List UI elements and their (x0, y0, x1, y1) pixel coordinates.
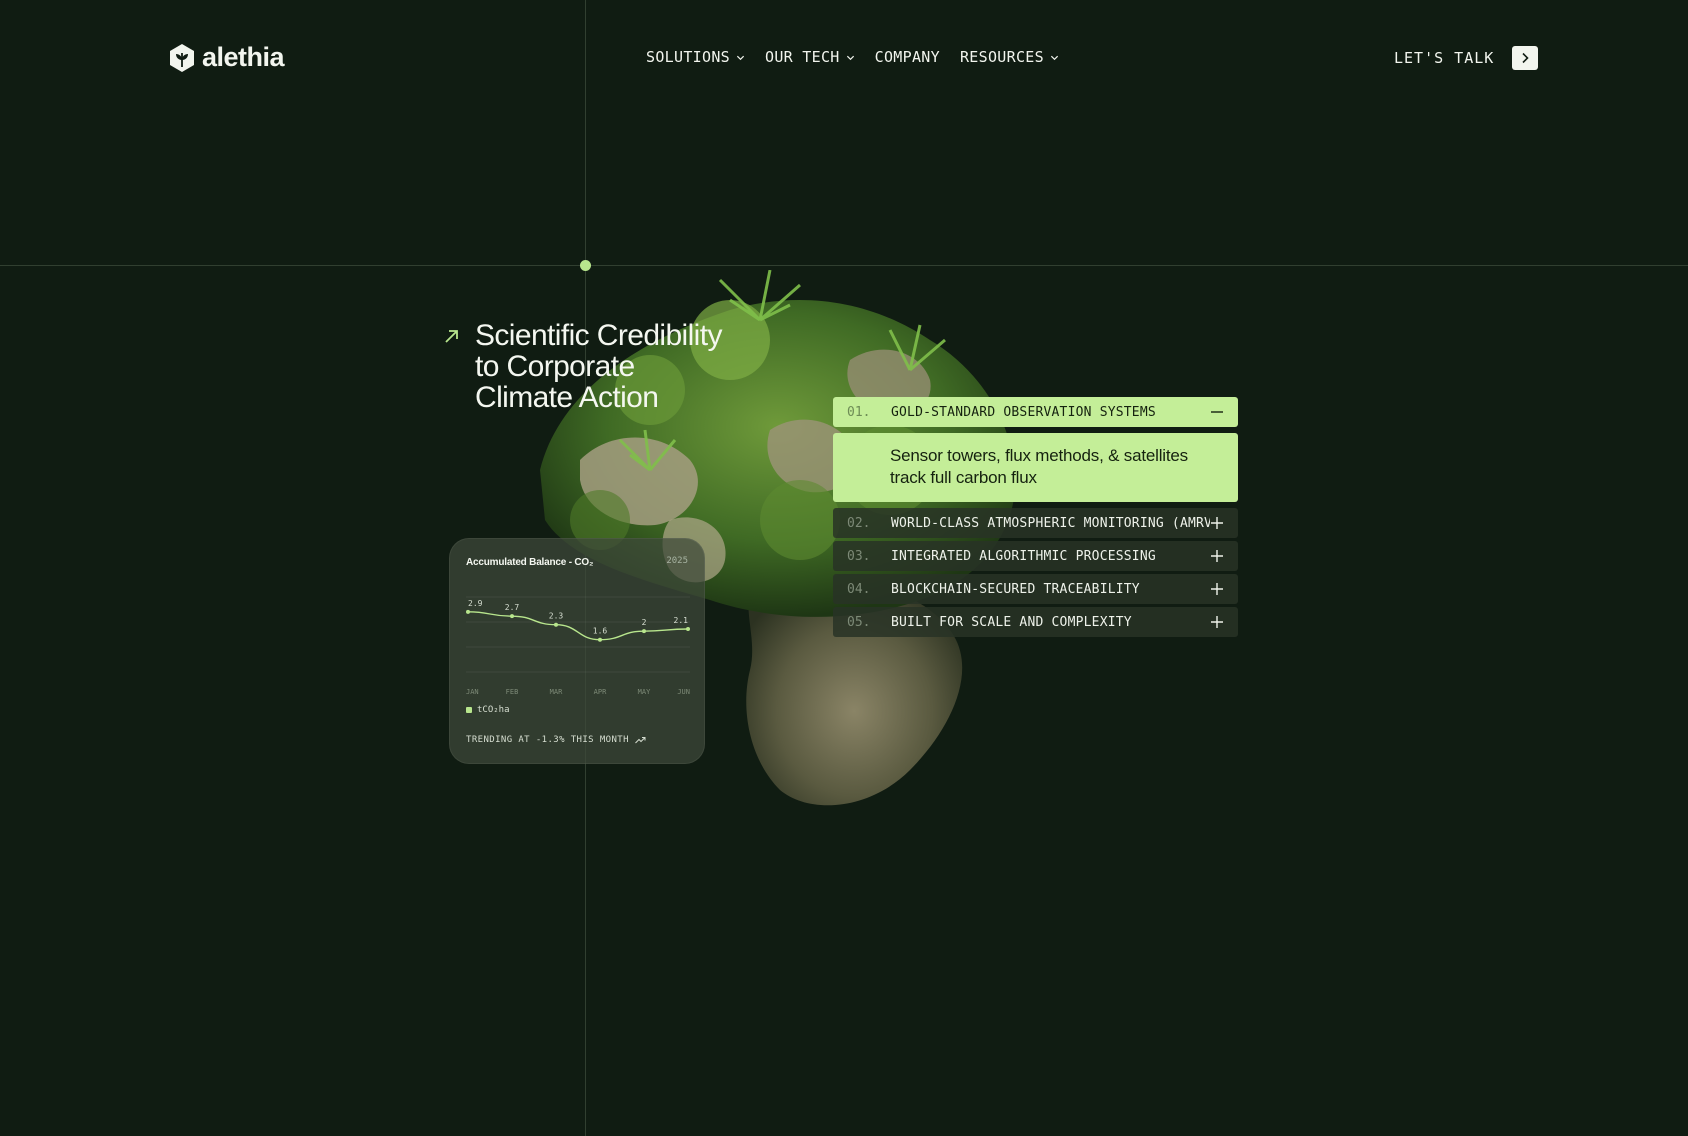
hero-title: Scientific Credibility to Corporate Clim… (475, 320, 815, 413)
data-label: 2.9 (468, 599, 483, 608)
accordion-item-5[interactable]: 05. BUILT FOR SCALE AND COMPLEXITY (833, 607, 1238, 637)
accordion-label: BUILT FOR SCALE AND COMPLEXITY (891, 614, 1132, 630)
data-point (686, 627, 690, 631)
co2-balance-card: Accumulated Balance - CO₂ 2025 2.9 JAN 2.7… (449, 538, 705, 764)
main-nav: SOLUTIONS OUR TECH COMPANY RESOURCES (646, 48, 1059, 66)
lets-talk-label: LET'S TALK (1394, 49, 1495, 67)
x-tick-label: MAR (550, 688, 563, 696)
data-label: 2.7 (505, 603, 520, 612)
chevron-right-icon (1512, 46, 1539, 70)
data-label: 2.3 (549, 612, 564, 621)
accordion-item-2[interactable]: 02. WORLD-CLASS ATMOSPHERIC MONITORING (… (833, 508, 1238, 538)
hero-title-line: to Corporate (475, 350, 635, 383)
nav-item-our-tech[interactable]: OUR TECH (765, 48, 855, 66)
accordion-item-1[interactable]: 01. GOLD-STANDARD OBSERVATION SYSTEMS (833, 397, 1238, 427)
nav-item-solutions[interactable]: SOLUTIONS (646, 48, 745, 66)
chart-legend: tCO₂ha (466, 705, 510, 715)
nav-item-label: SOLUTIONS (646, 48, 730, 66)
trend-text: TRENDING AT -1.3% THIS MONTH (466, 735, 646, 745)
nav-item-label: COMPANY (874, 48, 940, 66)
legend-label: tCO₂ha (477, 705, 510, 715)
accordion-panel-1: Sensor towers, flux methods, & satellite… (833, 433, 1238, 502)
accordion-number: 03. (847, 548, 871, 564)
series-line (467, 611, 689, 641)
arrow-up-right-icon (445, 330, 458, 343)
data-label: 1.6 (593, 627, 608, 636)
accordion-number: 05. (847, 614, 871, 630)
data-point (598, 637, 602, 642)
chevron-down-icon (736, 55, 745, 60)
minus-icon (1211, 411, 1223, 413)
accordion-label: WORLD-CLASS ATMOSPHERIC MONITORING (AMRV… (891, 515, 1210, 531)
x-tick-label: JAN (466, 688, 479, 696)
accordion-number: 01. (847, 404, 871, 420)
features-accordion: 01. GOLD-STANDARD OBSERVATION SYSTEMS Se… (833, 397, 1238, 640)
nav-item-resources[interactable]: RESOURCES (960, 48, 1059, 66)
site-header: alethia SOLUTIONS OUR TECH COMPANY RESOU… (0, 0, 1688, 116)
chart-title: Accumulated Balance - CO₂ (466, 557, 594, 568)
logo-icon (170, 43, 194, 72)
x-tick-label: JUN (677, 688, 690, 696)
data-point (554, 622, 558, 627)
hero-title-line: Scientific Credibility (475, 319, 722, 352)
plus-icon (1211, 583, 1223, 595)
accordion-item-3[interactable]: 03. INTEGRATED ALGORITHMIC PROCESSING (833, 541, 1238, 571)
accordion-item-4[interactable]: 04. BLOCKCHAIN-SECURED TRACEABILITY (833, 574, 1238, 604)
accordion-label: GOLD-STANDARD OBSERVATION SYSTEMS (891, 404, 1156, 420)
legend-swatch (466, 707, 472, 713)
chevron-down-icon (1050, 55, 1059, 60)
accordion-number: 02. (847, 515, 871, 531)
data-point (510, 614, 514, 619)
logo-text: alethia (202, 42, 285, 72)
data-label: 2.1 (674, 616, 689, 625)
plus-icon (1211, 616, 1223, 628)
nav-item-company[interactable]: COMPANY (875, 48, 940, 66)
x-tick-label: MAY (638, 688, 651, 696)
horizontal-guide-line (0, 265, 1688, 266)
data-label: 2 (642, 618, 647, 627)
x-tick-label: FEB (506, 688, 519, 696)
data-point (466, 609, 470, 614)
x-tick-label: APR (594, 688, 607, 696)
chevron-down-icon (846, 55, 854, 60)
plus-icon (1211, 517, 1223, 529)
logo-link[interactable]: alethia (168, 42, 285, 73)
line-chart: 2.9 JAN 2.7 FEB 2.3 MAR 1.6 APR 2 MAY 2.1 JUN (466, 596, 690, 696)
lets-talk-button[interactable]: LET'S TALK (1394, 46, 1539, 70)
accordion-number: 04. (847, 581, 871, 597)
trending-icon (635, 737, 646, 744)
accordion-label: BLOCKCHAIN-SECURED TRACEABILITY (891, 581, 1140, 597)
hero-title-line: Climate Action (475, 381, 659, 414)
trend-label: TRENDING AT -1.3% THIS MONTH (466, 735, 629, 745)
data-point (642, 629, 646, 634)
nav-item-label: OUR TECH (764, 48, 840, 66)
accordion-label: INTEGRATED ALGORITHMIC PROCESSING (891, 548, 1156, 564)
nav-item-label: RESOURCES (959, 48, 1044, 66)
chart-year: 2025 (666, 556, 688, 566)
plus-icon (1211, 550, 1223, 562)
